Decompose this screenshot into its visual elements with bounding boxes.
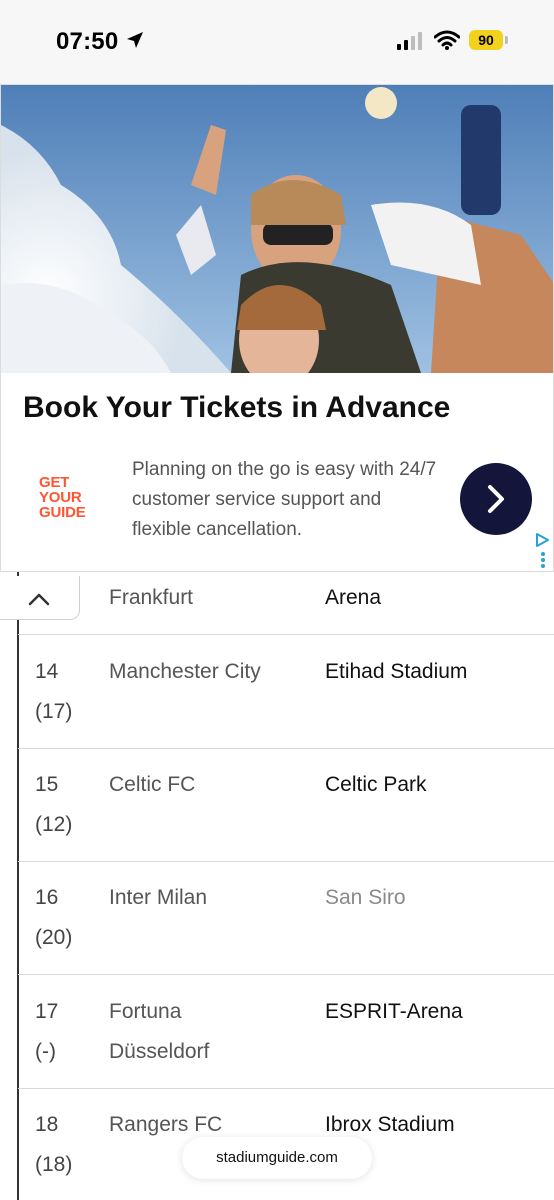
stadium-cell: San Siro bbox=[325, 886, 406, 909]
chevron-up-icon bbox=[28, 593, 50, 606]
ad-next-button[interactable] bbox=[460, 463, 532, 535]
team-cell-line-2: Düsseldorf bbox=[109, 1040, 210, 1063]
team-cell: Inter Milan bbox=[109, 886, 208, 909]
stadium-table: Frankfurt Arena 14 (17) Manchester City … bbox=[0, 572, 554, 1200]
table-left-border bbox=[17, 572, 19, 1200]
battery-cap bbox=[505, 36, 508, 44]
logo-line-2: YOUR bbox=[39, 489, 82, 506]
rank-cell: 16 bbox=[35, 886, 59, 909]
collapse-button[interactable] bbox=[0, 576, 80, 620]
stadium-cell[interactable]: Arena bbox=[325, 578, 381, 618]
logo-line-1: GET bbox=[39, 474, 70, 491]
row-divider bbox=[18, 1088, 554, 1089]
row-divider bbox=[18, 861, 554, 862]
ad-description: Planning on the go is easy with 24/7 cus… bbox=[132, 459, 437, 540]
rank-cell: 17 bbox=[35, 1000, 59, 1023]
team-cell: Celtic FC bbox=[109, 773, 196, 796]
previous-rank-cell: (18) bbox=[35, 1153, 73, 1176]
row-divider bbox=[18, 974, 554, 975]
stadium-cell[interactable]: Celtic Park bbox=[325, 765, 427, 805]
previous-rank-cell: (12) bbox=[35, 813, 73, 836]
cellular-signal-icon bbox=[397, 32, 422, 50]
clock-time: 07:50 bbox=[56, 28, 119, 55]
row-divider bbox=[18, 748, 554, 749]
team-cell: Frankfurt bbox=[109, 586, 194, 609]
stadium-cell[interactable]: ESPRIT-Arena bbox=[325, 992, 463, 1032]
vertical-dots-icon[interactable] bbox=[540, 551, 546, 569]
ad-skydiving-photo[interactable] bbox=[1, 85, 554, 373]
rank-cell: 14 bbox=[35, 660, 59, 683]
rank-cell: 15 bbox=[35, 773, 59, 796]
site-url-pill[interactable]: stadiumguide.com bbox=[182, 1137, 372, 1179]
row-divider bbox=[18, 634, 554, 635]
previous-rank-cell: (20) bbox=[35, 926, 73, 949]
ad-title[interactable]: Book Your Tickets in Advance bbox=[23, 391, 450, 425]
team-cell: Manchester City bbox=[109, 660, 261, 683]
chevron-right-icon bbox=[488, 485, 504, 513]
stadium-cell[interactable]: Etihad Stadium bbox=[325, 652, 467, 692]
previous-rank-cell: (17) bbox=[35, 700, 73, 723]
status-bar: 07:50 90 bbox=[0, 0, 554, 85]
logo-line-3: GUIDE bbox=[39, 504, 86, 521]
team-cell: Fortuna bbox=[109, 1000, 182, 1023]
rank-cell: 18 bbox=[35, 1113, 59, 1136]
wifi-icon bbox=[434, 30, 460, 50]
adchoices-icon[interactable] bbox=[534, 532, 550, 548]
previous-rank-cell: (-) bbox=[35, 1040, 56, 1063]
battery-icon: 90 bbox=[469, 30, 503, 50]
getyourguide-logo[interactable]: GET YOUR GUIDE bbox=[39, 475, 99, 520]
location-arrow-icon bbox=[127, 32, 143, 48]
advertisement[interactable]: Book Your Tickets in Advance GET YOUR GU… bbox=[0, 84, 554, 572]
